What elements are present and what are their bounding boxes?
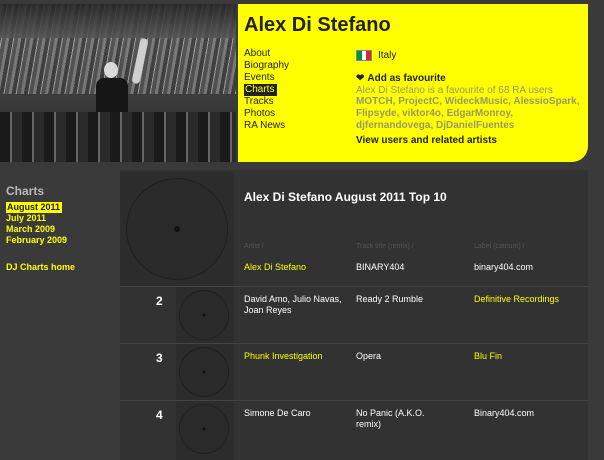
- chart-link-march-2009[interactable]: March 2009: [6, 224, 67, 235]
- row-label: Binary404.com: [474, 408, 535, 418]
- row1-label: binary404.com: [474, 262, 534, 272]
- artist-nav: About Biography Events Charts Tracks Pho…: [244, 48, 289, 132]
- row-rank: 4: [156, 408, 163, 422]
- favourite-users-list[interactable]: MOTCH, ProjectC, WideckMusic, AlessioSpa…: [356, 96, 584, 132]
- nav-charts[interactable]: Charts: [244, 84, 278, 96]
- country-row: Italy: [356, 48, 584, 62]
- chart-link-august-2011[interactable]: August 2011: [6, 202, 63, 213]
- row1-track: BINARY404: [356, 262, 405, 272]
- artist-name: Alex Di Stefano: [244, 14, 391, 36]
- row-cover: [176, 287, 234, 343]
- header-label: Label (catnum) /: [474, 243, 525, 250]
- favourite-count-text: Alex Di Stefano is a favourite of 68 RA …: [356, 85, 553, 96]
- row-track: Opera: [356, 351, 382, 361]
- record-icon: [126, 178, 228, 280]
- nav-events[interactable]: Events: [244, 72, 289, 84]
- row-artist: Simone De Caro: [244, 408, 311, 418]
- row-artist[interactable]: Phunk Investigation: [244, 351, 323, 362]
- row1-artist[interactable]: Alex Di Stefano: [244, 262, 306, 272]
- row-track: No Panic (A.K.O. remix): [356, 408, 425, 429]
- nav-ra-news[interactable]: RA News: [244, 120, 289, 132]
- row-label[interactable]: Definitive Recordings: [474, 294, 559, 305]
- add-favourite-label: Add as favourite: [367, 73, 446, 84]
- record-icon: [179, 404, 229, 454]
- row-rank: 2: [156, 294, 163, 308]
- chart-link-july-2011[interactable]: July 2011: [6, 213, 67, 224]
- table-row: 2 David Amo, Julio Navas, Joan Reyes Rea…: [120, 286, 588, 343]
- artist-header: Alex Di Stefano About Biography Events C…: [0, 0, 604, 166]
- italy-flag-icon: [356, 49, 372, 61]
- nav-photos[interactable]: Photos: [244, 108, 289, 120]
- header-artist: Artist /: [244, 243, 264, 250]
- record-icon: [179, 290, 229, 340]
- row-track: Ready 2 Rumble: [356, 294, 424, 304]
- table-row: 4 Simone De Caro No Panic (A.K.O. remix)…: [120, 400, 588, 460]
- nav-tracks[interactable]: Tracks: [244, 96, 289, 108]
- chart-title: Alex Di Stefano August 2011 Top 10: [244, 190, 447, 204]
- row-artist: David Amo, Julio Navas, Joan Reyes: [244, 294, 342, 315]
- sidebar-title: Charts: [6, 184, 45, 198]
- nav-about[interactable]: About: [244, 48, 289, 60]
- related-artists-link[interactable]: View users and related artists: [356, 135, 584, 146]
- chart-cover: [120, 172, 234, 286]
- country-name: Italy: [378, 49, 397, 61]
- row-label[interactable]: Blu Fin: [474, 351, 502, 362]
- page-edge: [588, 170, 604, 460]
- artist-photo: [0, 4, 236, 162]
- record-icon: [179, 347, 229, 397]
- artist-info: Italy ❤ Add as favourite Alex Di Stefano…: [356, 48, 584, 146]
- add-favourite-button[interactable]: ❤ Add as favourite: [356, 73, 584, 84]
- chart-link-february-2009[interactable]: February 2009: [6, 235, 67, 246]
- sidebar-chart-links: August 2011 July 2011 March 2009 Februar…: [6, 202, 67, 246]
- row-cover: [176, 401, 234, 460]
- table-row: 3 Phunk Investigation Opera Blu Fin: [120, 343, 588, 400]
- heart-icon: ❤: [356, 73, 365, 84]
- row-cover: [176, 344, 234, 400]
- dj-charts-home-link[interactable]: DJ Charts home: [6, 262, 75, 272]
- header-track: Track title (remix) /: [356, 243, 414, 250]
- row-rank: 3: [156, 351, 163, 365]
- nav-biography[interactable]: Biography: [244, 60, 289, 72]
